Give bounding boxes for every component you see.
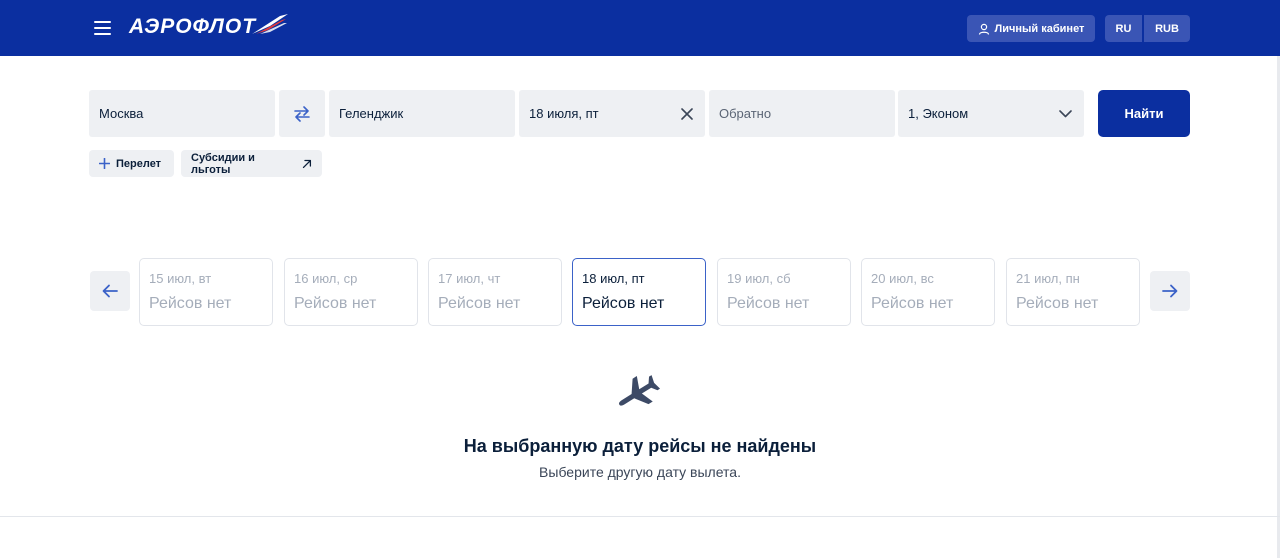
personal-account-label: Личный кабинет: [994, 22, 1085, 35]
date-option-date: 19 июл, сб: [727, 271, 791, 286]
date-option-status: Рейсов нет: [582, 295, 665, 312]
date-option-status: Рейсов нет: [871, 295, 954, 312]
add-flight-button[interactable]: Перелет: [89, 150, 174, 177]
divider: [0, 516, 1280, 517]
destination-field[interactable]: Геленджик: [329, 90, 515, 137]
next-dates-button[interactable]: [1150, 271, 1190, 311]
logo[interactable]: АЭРОФЛОТ: [129, 11, 290, 43]
date-option[interactable]: 20 июл, вс Рейсов нет: [861, 258, 995, 326]
swap-icon: [294, 105, 310, 122]
date-option-status: Рейсов нет: [438, 295, 521, 312]
date-option[interactable]: 15 июл, вт Рейсов нет: [139, 258, 273, 326]
date-option-date: 18 июл, пт: [582, 271, 645, 286]
empty-state-title: На выбранную дату рейсы не найдены: [463, 436, 817, 456]
logo-text: АЭРОФЛОТ: [129, 15, 257, 38]
plane-icon: [618, 375, 661, 406]
date-option-date: 15 июл, вт: [149, 271, 212, 286]
personal-account-button[interactable]: Личный кабинет: [967, 15, 1095, 42]
subsidies-link[interactable]: Субсидии и льготы: [181, 150, 322, 177]
passengers-class-select[interactable]: 1, Эконом: [898, 90, 1084, 137]
arrow-right-icon: [1162, 284, 1178, 298]
subsidies-label: Субсидии и льготы: [191, 151, 255, 176]
date-option-status: Рейсов нет: [294, 295, 377, 312]
language-button[interactable]: RU: [1105, 15, 1142, 42]
chevron-down-icon: [1059, 109, 1072, 117]
date-option-status: Рейсов нет: [149, 295, 232, 312]
date-option-date: 17 июл, чт: [438, 271, 501, 286]
departure-date-field[interactable]: 18 июля, пт: [519, 90, 705, 137]
return-date-placeholder: Обратно: [719, 106, 772, 121]
return-date-field[interactable]: Обратно: [709, 90, 895, 137]
swap-button[interactable]: [279, 90, 325, 137]
date-option[interactable]: 16 июл, ср Рейсов нет: [284, 258, 418, 326]
find-button[interactable]: Найти: [1098, 90, 1190, 137]
date-option-selected[interactable]: 18 июл, пт Рейсов нет: [572, 258, 706, 326]
date-option[interactable]: 21 июл, пн Рейсов нет: [1006, 258, 1140, 326]
user-icon: [978, 23, 989, 35]
date-option-status: Рейсов нет: [727, 295, 810, 312]
origin-value: Москва: [99, 106, 144, 121]
date-option-status: Рейсов нет: [1016, 295, 1099, 312]
origin-field[interactable]: Москва: [89, 90, 275, 137]
logo-wings-icon: [252, 14, 289, 34]
top-header: АЭРОФЛОТ Личный кабинет RU RUB: [0, 0, 1280, 56]
menu-icon[interactable]: [94, 21, 111, 35]
currency-button[interactable]: RUB: [1144, 15, 1190, 42]
arrow-left-icon: [102, 284, 118, 298]
passengers-class-value: 1, Эконом: [908, 106, 969, 121]
departure-date-value: 18 июля, пт: [529, 106, 599, 121]
plus-icon: [99, 158, 110, 169]
previous-dates-button[interactable]: [90, 271, 130, 311]
date-option-date: 16 июл, ср: [294, 271, 358, 286]
destination-value: Геленджик: [339, 106, 404, 121]
empty-state-subtitle: Выберите другую дату вылета.: [539, 464, 741, 480]
close-icon[interactable]: [681, 107, 693, 120]
date-option[interactable]: 17 июл, чт Рейсов нет: [428, 258, 562, 326]
date-option-date: 21 июл, пн: [1016, 271, 1080, 286]
add-flight-label: Перелет: [116, 157, 162, 170]
arrow-up-right-icon: [302, 159, 312, 168]
date-option[interactable]: 19 июл, сб Рейсов нет: [717, 258, 851, 326]
date-option-date: 20 июл, вс: [871, 271, 934, 286]
